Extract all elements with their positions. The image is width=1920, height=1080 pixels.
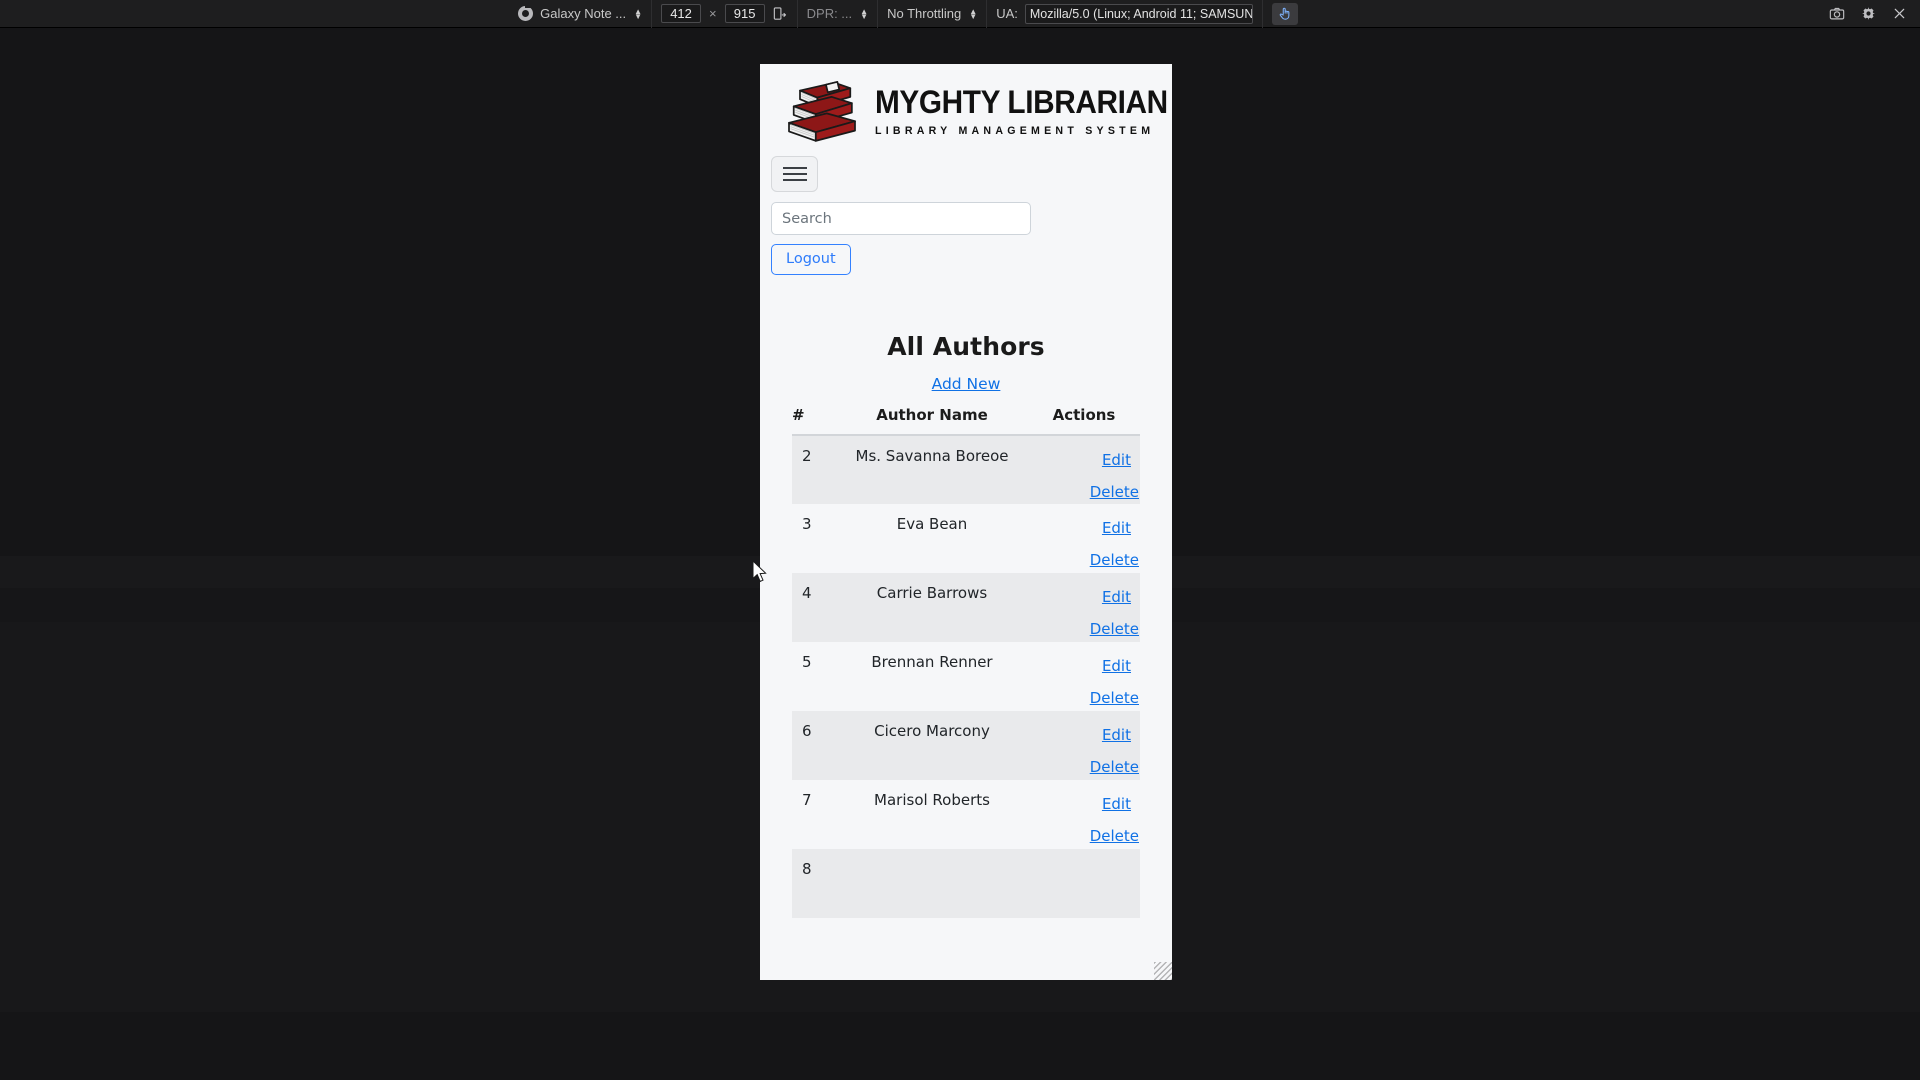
rotate-device-icon[interactable] [772, 6, 788, 22]
brand-text: MYGHTY LIBRARIAN LIBRARY MANAGEMENT SYST… [875, 86, 1172, 137]
action-stack: Edit Delete [1028, 504, 1140, 568]
viewport-resize-handle[interactable] [1154, 962, 1172, 980]
cell-number: 7 [802, 791, 812, 809]
device-name-label: Galaxy Note ... [540, 6, 627, 21]
delete-link[interactable]: Delete [1090, 829, 1139, 844]
dpr-group[interactable]: DPR: ... ▲ ▼ [798, 0, 879, 28]
table-row: 5 Brennan Renner Edit Delete [792, 642, 1140, 711]
device-selector[interactable]: Galaxy Note ... ▲ ▼ [509, 0, 653, 28]
edit-link[interactable]: Edit [1102, 521, 1131, 536]
toolbar-actions [1816, 0, 1920, 28]
header-actions: Actions [1028, 406, 1140, 436]
chevron-updown-icon[interactable]: ▲ ▼ [634, 7, 642, 20]
chrome-logo-icon [518, 6, 534, 21]
delete-link[interactable]: Delete [1090, 553, 1139, 568]
add-new-wrapper: Add New [792, 374, 1140, 393]
gear-icon[interactable] [1856, 2, 1880, 26]
ua-label: UA: [996, 6, 1018, 21]
table-body: 2 Ms. Savanna Boreoe Edit Delete 3 Eva Bean Ed… [792, 435, 1140, 918]
logout-button[interactable]: Logout [771, 244, 851, 275]
dimension-separator: × [709, 6, 717, 21]
camera-icon[interactable] [1825, 2, 1849, 26]
table-row: 6 Cicero Marcony Edit Delete [792, 711, 1140, 780]
devtools-device-toolbar: Galaxy Note ... ▲▼ × DPR: ... ▲▼ No Thro… [0, 0, 1920, 28]
site-header: MYGHTY LIBRARIAN LIBRARY MANAGEMENT SYST… [760, 64, 1172, 150]
edit-link[interactable]: Edit [1102, 797, 1131, 812]
dpr-label: DPR: ... [806, 6, 853, 21]
header-author-name: Author Name [836, 406, 1028, 436]
brand-subtitle: LIBRARY MANAGEMENT SYSTEM [875, 124, 1155, 137]
cell-author-name: Marisol Roberts [874, 791, 990, 809]
viewport-size-group: × [652, 0, 798, 28]
cell-actions: Edit Delete [1028, 780, 1140, 849]
touch-cursor-icon[interactable] [1271, 2, 1298, 25]
delete-link[interactable]: Delete [1090, 622, 1139, 637]
table-head: # Author Name Actions [792, 406, 1140, 436]
cell-number: 3 [802, 515, 812, 533]
cell-author-name: Cicero Marcony [874, 722, 990, 740]
hamburger-bar-1 [782, 167, 807, 169]
dpr-chevron-updown-icon[interactable]: ▲ ▼ [860, 7, 868, 20]
edit-link[interactable]: Edit [1102, 590, 1131, 605]
cell-author-name: Carrie Barrows [876, 584, 988, 602]
header-number: # [792, 406, 836, 436]
cell-number: 2 [802, 447, 812, 465]
cell-actions: Edit Delete [1028, 711, 1140, 780]
cell-number: 4 [802, 584, 812, 602]
delete-link[interactable]: Delete [1090, 760, 1139, 775]
navbar: Logout [760, 150, 1172, 275]
stacked-books-icon [788, 80, 856, 142]
table-row: 3 Eva Bean Edit Delete [792, 504, 1140, 573]
ua-input[interactable]: Mozilla/5.0 (Linux; Android 11; SAMSUNG … [1024, 3, 1253, 24]
cell-number: 5 [802, 653, 812, 671]
user-agent-group: UA: Mozilla/5.0 (Linux; Android 11; SAMS… [987, 0, 1263, 28]
throttling-group[interactable]: No Throttling ▲ ▼ [878, 0, 988, 28]
main-content: All Authors Add New # Author Name Action… [760, 332, 1172, 918]
hamburger-bar-2 [782, 173, 807, 175]
action-stack: Edit Delete [1028, 711, 1140, 775]
cell-author-name: Brennan Renner [871, 653, 993, 671]
web-page: MYGHTY LIBRARIAN LIBRARY MANAGEMENT SYST… [760, 64, 1172, 918]
cell-number: 8 [802, 860, 812, 878]
brand-title: MYGHTY LIBRARIAN [875, 83, 1168, 120]
cell-actions: Edit Delete [1028, 642, 1140, 711]
edit-link[interactable]: Edit [1102, 728, 1131, 743]
device-viewport: MYGHTY LIBRARIAN LIBRARY MANAGEMENT SYST… [760, 64, 1172, 980]
authors-table: # Author Name Actions 2 Ms. Savanna Boreo… [792, 406, 1140, 918]
delete-link[interactable]: Delete [1090, 485, 1139, 500]
table-row: 4 Carrie Barrows Edit Delete [792, 573, 1140, 642]
hamburger-menu-icon[interactable] [771, 156, 818, 192]
cell-number: 6 [802, 722, 812, 740]
viewport-height-input[interactable] [724, 4, 765, 23]
cell-actions [1028, 849, 1140, 918]
table-header-row: # Author Name Actions [792, 406, 1140, 436]
add-new-link[interactable]: Add New [932, 375, 1001, 393]
search-input[interactable] [771, 202, 1031, 235]
cell-actions: Edit Delete [1028, 573, 1140, 642]
cell-author-name: Ms. Savanna Boreoe [855, 447, 1009, 465]
action-stack: Edit Delete [1028, 780, 1140, 844]
cell-author-name: Eva Bean [896, 515, 968, 533]
edit-link[interactable]: Edit [1102, 453, 1131, 468]
table-row: 2 Ms. Savanna Boreoe Edit Delete [792, 435, 1140, 504]
cell-actions: Edit Delete [1028, 435, 1140, 504]
throttling-chevron-updown-icon[interactable]: ▲ ▼ [969, 7, 977, 20]
action-stack: Edit Delete [1028, 436, 1140, 500]
hamburger-bar-3 [782, 179, 807, 181]
page-title: All Authors [887, 332, 1045, 361]
cell-author-name [836, 849, 1028, 918]
action-stack: Edit Delete [1028, 573, 1140, 637]
table-row: 8 [792, 849, 1140, 918]
cell-actions: Edit Delete [1028, 504, 1140, 573]
close-icon[interactable] [1887, 2, 1911, 26]
action-stack: Edit Delete [1028, 642, 1140, 706]
edit-link[interactable]: Edit [1102, 659, 1131, 674]
delete-link[interactable]: Delete [1090, 691, 1139, 706]
table-row: 7 Marisol Roberts Edit Delete [792, 780, 1140, 849]
throttling-label: No Throttling [887, 6, 962, 21]
viewport-width-input[interactable] [661, 4, 702, 23]
touch-toggle-group [1263, 0, 1307, 28]
